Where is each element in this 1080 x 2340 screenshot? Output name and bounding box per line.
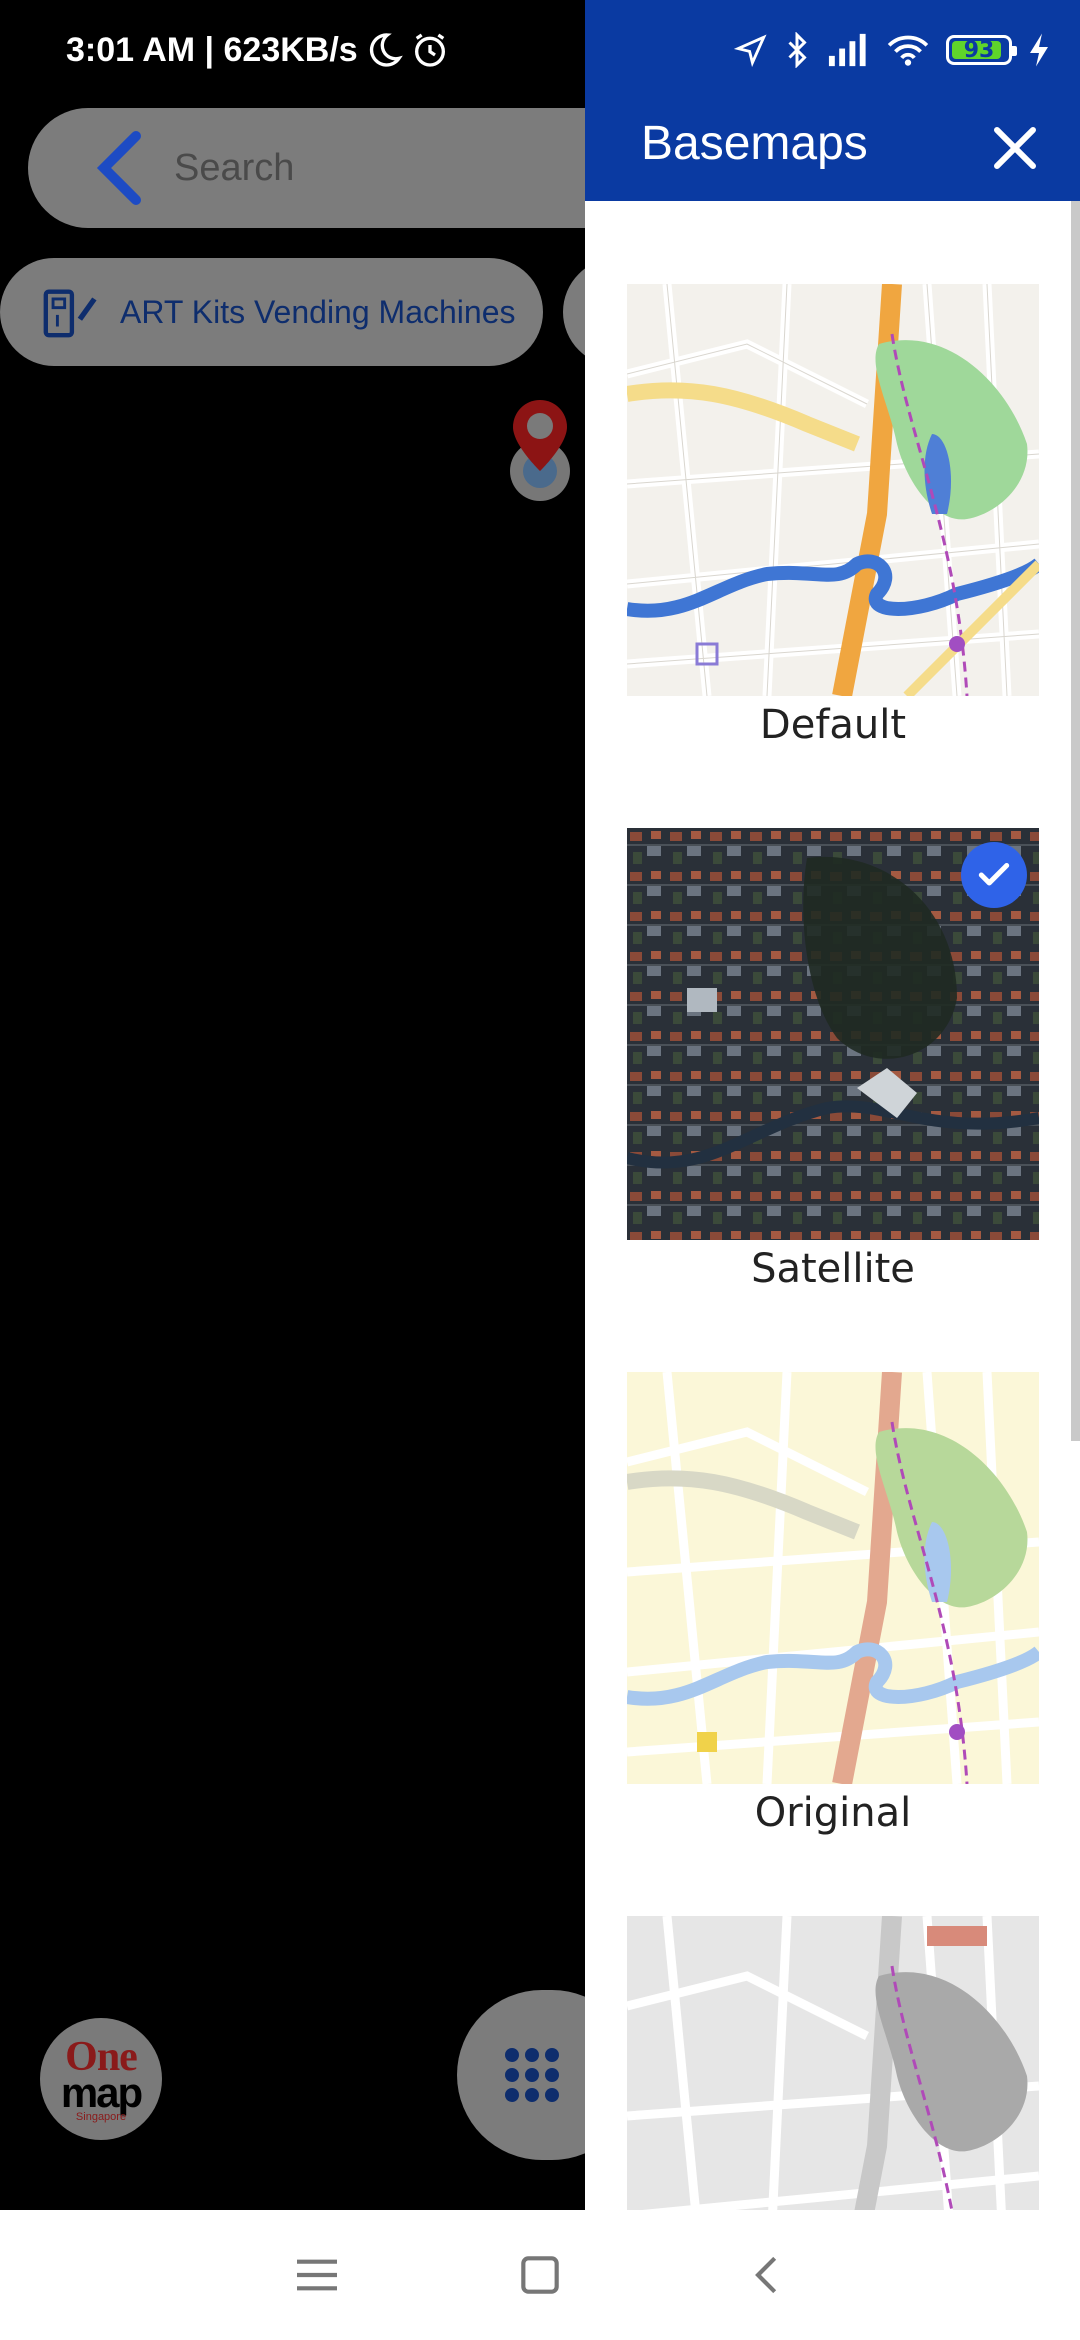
- location-arrow-icon: [734, 34, 767, 67]
- battery-level: 93: [963, 37, 995, 63]
- panel-title: Basemaps: [641, 117, 868, 170]
- system-nav-bar: [0, 2210, 1080, 2340]
- status-time: 3:01 AM | 623KB/s: [66, 30, 358, 69]
- panel-header: Basemaps: [585, 100, 1080, 201]
- secondary-chip[interactable]: [563, 258, 585, 366]
- basemap-satellite[interactable]: Satellite: [627, 828, 1039, 1292]
- back-icon[interactable]: [743, 2250, 793, 2300]
- signal-icon: [828, 33, 866, 67]
- home-icon[interactable]: [515, 2250, 565, 2300]
- basemap-original-label: Original: [754, 1790, 912, 1836]
- location-pin-icon[interactable]: [505, 398, 575, 508]
- close-icon[interactable]: [985, 118, 1045, 178]
- art-kits-chip[interactable]: ART Kits Vending Machines: [0, 258, 543, 366]
- back-chevron-icon[interactable]: [88, 128, 148, 208]
- basemap-satellite-thumbnail[interactable]: [627, 828, 1039, 1240]
- basemap-original[interactable]: Original: [627, 1372, 1039, 1836]
- basemap-satellite-label: Satellite: [751, 1246, 915, 1292]
- basemap-grey-thumbnail[interactable]: [627, 1916, 1039, 2210]
- map-view[interactable]: Search ART Kits Vending Machines One map…: [0, 100, 585, 2210]
- basemap-grey[interactable]: [627, 1916, 1039, 2210]
- onemap-logo[interactable]: One map Singapore: [40, 2018, 162, 2140]
- basemap-default-label: Default: [759, 702, 907, 748]
- basemap-original-thumbnail[interactable]: [627, 1372, 1039, 1784]
- status-bar-right: 93: [585, 0, 1080, 100]
- status-bar-left: 3:01 AM | 623KB/s: [0, 0, 585, 100]
- logo-line-map: map: [60, 2068, 143, 2116]
- grid-icon: [505, 2048, 559, 2102]
- test-kit-icon: [43, 289, 97, 338]
- battery-icon: 93: [946, 35, 1017, 65]
- chip-label: ART Kits Vending Machines: [120, 293, 516, 330]
- panel-scrollbar[interactable]: [1071, 201, 1080, 1441]
- alarm-icon: [414, 33, 445, 67]
- wifi-icon: [887, 35, 929, 66]
- menu-icon[interactable]: [292, 2250, 342, 2300]
- basemap-default-thumbnail[interactable]: [627, 284, 1039, 696]
- search-bar[interactable]: Search: [28, 108, 585, 228]
- logo-line-singapore: Singapore: [75, 2110, 127, 2123]
- basemaps-panel[interactable]: Basemaps Default Satellite Original: [585, 100, 1080, 2210]
- apps-grid-button[interactable]: [457, 1990, 585, 2160]
- search-placeholder[interactable]: Search: [174, 147, 294, 190]
- basemap-default[interactable]: Default: [627, 284, 1039, 748]
- bluetooth-icon: [788, 32, 807, 68]
- charging-icon: [1030, 33, 1048, 67]
- moon-icon: [369, 33, 403, 67]
- selected-check-icon: [961, 842, 1027, 908]
